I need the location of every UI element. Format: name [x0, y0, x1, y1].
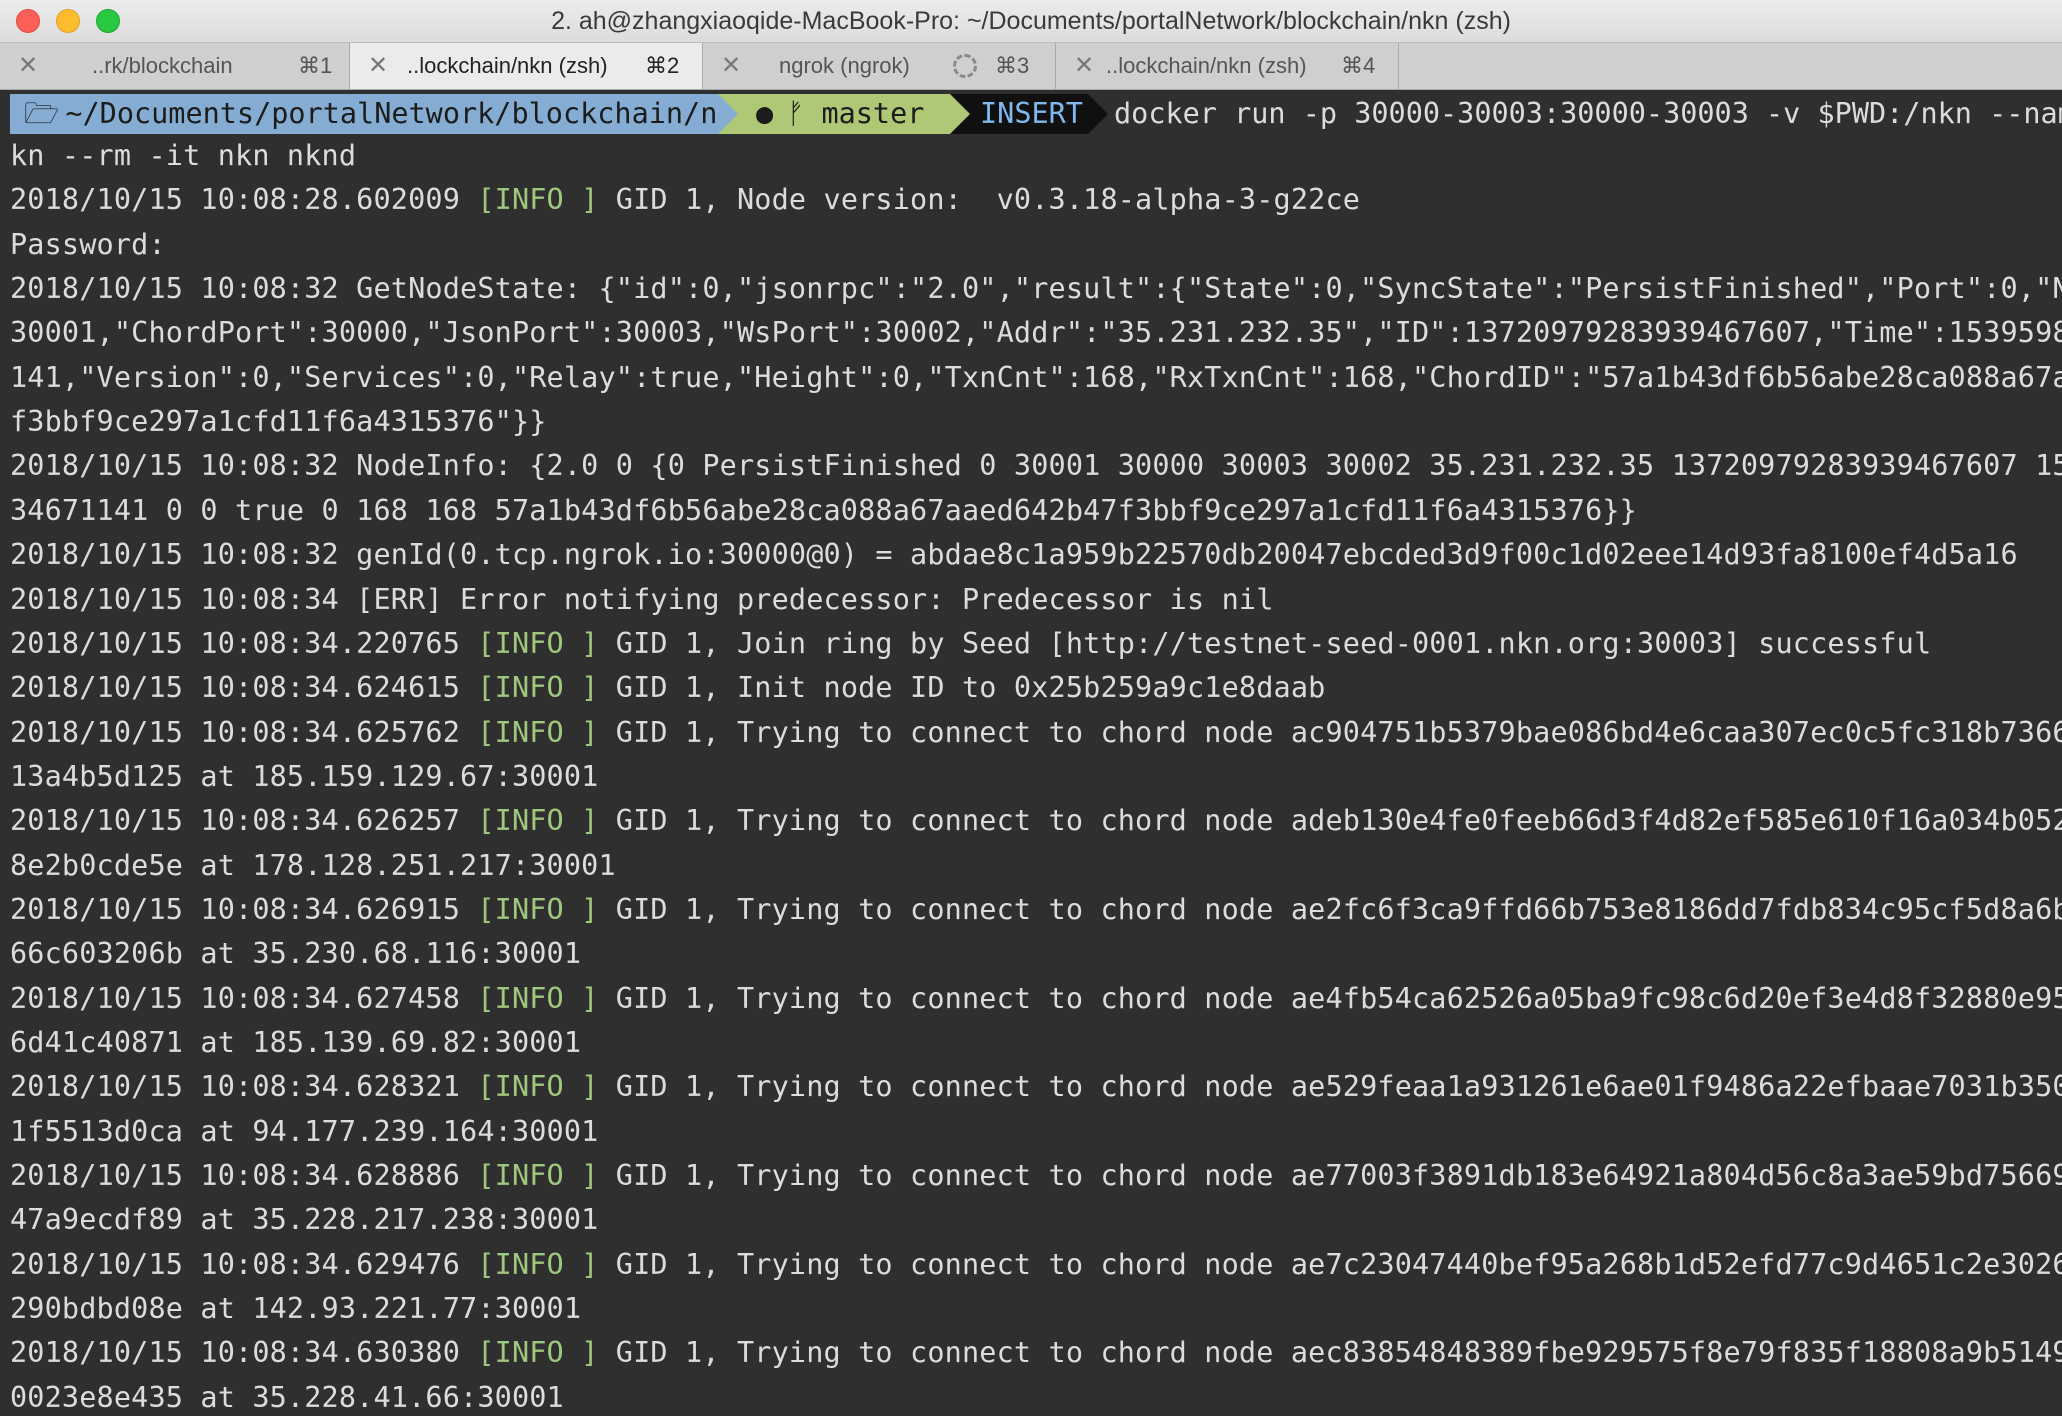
log-message: GID 1, Trying to connect to chord node a… [615, 1247, 2062, 1281]
output-line: 2018/10/15 10:08:34.627458 [INFO ] GID 1… [10, 977, 2062, 1021]
tab-label: ..lockchain/nkn (zsh) [407, 53, 608, 78]
log-message: GID 1, Node version: v0.3.18-alpha-3-g22… [598, 183, 1361, 217]
output-line: 2018/10/15 10:08:28.602009 [INFO ] GID 1… [10, 178, 1360, 222]
log-timestamp: 2018/10/15 10:08:34.220765 [10, 626, 478, 660]
tab-bar: ✕ ..rk/blockchain ⌘1 ✕ ..lockchain/nkn (… [0, 43, 2062, 90]
title-bar: 2. ah@zhangxiaoqide-MacBook-Pro: ~/Docum… [0, 0, 2062, 43]
output-line: 2018/10/15 10:08:32 genId(0.tcp.ngrok.io… [10, 538, 2018, 572]
log-level-tag: [INFO ] [477, 715, 599, 749]
log-message: GID 1, Trying to connect to chord node a… [615, 981, 2062, 1015]
output-line: 2018/10/15 10:08:32 GetNodeState: {"id":… [10, 272, 2062, 306]
prompt-separator-arrow [950, 94, 970, 134]
output-line: 141,"Version":0,"Services":0,"Relay":tru… [10, 360, 2062, 394]
log-timestamp: 2018/10/15 10:08:34.628321 [10, 1070, 478, 1104]
tab-shortcut: ⌘1 [298, 53, 333, 78]
log-message: GID 1, Trying to connect to chord node a… [615, 1159, 2062, 1193]
log-message: GID 1, Trying to connect to chord node a… [615, 1070, 2062, 1104]
log-timestamp: 2018/10/15 10:08:34.630380 [10, 1336, 478, 1370]
output-line: 2018/10/15 10:08:34.220765 [INFO ] GID 1… [10, 622, 1931, 666]
output-line: 2018/10/15 10:08:34.626257 [INFO ] GID 1… [10, 799, 2062, 843]
github-icon: ● [756, 97, 774, 130]
log-timestamp: 2018/10/15 10:08:34.626915 [10, 892, 478, 926]
log-timestamp: 2018/10/15 10:08:34.629476 [10, 1247, 478, 1281]
output-line: 2018/10/15 10:08:32 NodeInfo: {2.0 0 {0 … [10, 449, 2062, 483]
output-line: 2018/10/15 10:08:34.629476 [INFO ] GID 1… [10, 1243, 2062, 1287]
output-line: 2018/10/15 10:08:34.630380 [INFO ] GID 1… [10, 1331, 2062, 1375]
log-timestamp: 2018/10/15 10:08:34.625762 [10, 715, 478, 749]
vi-mode: INSERT [980, 97, 1083, 130]
tab-label: ngrok (ngrok) [779, 53, 910, 78]
output-line: 30001,"ChordPort":30000,"JsonPort":30003… [10, 316, 2062, 350]
output-line: 2018/10/15 10:08:34.628886 [INFO ] GID 1… [10, 1154, 2062, 1198]
log-level-tag: [INFO ] [477, 981, 599, 1015]
tab-shortcut: ⌘3 [995, 53, 1030, 78]
log-level-tag: [INFO ] [477, 804, 599, 838]
log-message: GID 1, Trying to connect to chord node a… [615, 892, 2062, 926]
output-line: 8e2b0cde5e at 178.128.251.217:30001 [10, 848, 616, 882]
output-line: f3bbf9ce297a1cfd11f6a4315376"}} [10, 405, 547, 439]
prompt-separator-arrow [1088, 94, 1108, 134]
tab-4[interactable]: ✕ ..lockchain/nkn (zsh) ⌘4 [1056, 43, 1399, 89]
log-timestamp: 2018/10/15 10:08:28.602009 [10, 183, 478, 217]
tab-3[interactable]: ✕ ngrok (ngrok) ⌘3 [703, 43, 1056, 89]
log-level-tag: [INFO ] [477, 1159, 599, 1193]
output-line: 34671141 0 0 true 0 168 168 57a1b43df6b5… [10, 493, 1637, 527]
log-level-tag: [INFO ] [477, 671, 599, 705]
prompt-mode-segment: INSERT [970, 94, 1088, 134]
output-line: 2018/10/15 10:08:34.626915 [INFO ] GID 1… [10, 888, 2062, 932]
tab-1[interactable]: ✕ ..rk/blockchain ⌘1 [0, 43, 350, 89]
git-branch: master [821, 97, 925, 130]
tab-label: ..lockchain/nkn (zsh) [1106, 53, 1307, 78]
output-line: kn --rm -it nkn nknd [10, 139, 357, 172]
log-level-tag: [INFO ] [477, 183, 599, 217]
folder-open-icon: 🗁 [24, 97, 60, 130]
log-timestamp: 2018/10/15 10:08:34.628886 [10, 1159, 478, 1193]
output-line: 290bdbd08e at 142.93.221.77:30001 [10, 1292, 582, 1326]
log-level-tag: [INFO ] [477, 626, 599, 660]
log-message: GID 1, Trying to connect to chord node a… [615, 1336, 2062, 1370]
log-timestamp: 2018/10/15 10:08:34.626257 [10, 804, 478, 838]
output-line: 2018/10/15 10:08:34.628321 [INFO ] GID 1… [10, 1065, 2062, 1109]
log-message: GID 1, Join ring by Seed [http://testnet… [598, 626, 1932, 660]
terminal-content[interactable]: 🗁 ~/Documents/portalNetwork/blockchain/nk… [0, 90, 2062, 1416]
tab-shortcut: ⌘4 [1341, 53, 1376, 78]
tab-close-icon[interactable]: ✕ [721, 51, 741, 80]
output-line: 1f5513d0ca at 94.177.239.164:30001 [10, 1114, 599, 1148]
output-line: 13a4b5d125 at 185.159.129.67:30001 [10, 759, 599, 793]
output-line: 6d41c40871 at 185.139.69.82:30001 [10, 1026, 582, 1059]
window-title: 2. ah@zhangxiaoqide-MacBook-Pro: ~/Docum… [551, 7, 1511, 35]
prompt-separator-arrow [718, 94, 738, 134]
log-level-tag: [INFO ] [477, 1070, 599, 1104]
log-message: GID 1, Trying to connect to chord node a… [615, 715, 2062, 749]
git-branch-icon: ᚠ [787, 97, 822, 130]
log-level-tag: [INFO ] [477, 892, 599, 926]
tab-close-icon[interactable]: ✕ [1074, 51, 1094, 80]
output-line: 2018/10/15 10:08:34.625762 [INFO ] GID 1… [10, 711, 2062, 755]
log-timestamp: 2018/10/15 10:08:34.627458 [10, 981, 478, 1015]
log-message: GID 1, Init node ID to 0x25b259a9c1e8daa… [598, 671, 1326, 705]
log-timestamp: 2018/10/15 10:08:34.624615 [10, 671, 478, 705]
tab-2[interactable]: ✕ ..lockchain/nkn (zsh) ⌘2 [350, 43, 703, 89]
tab-close-icon[interactable]: ✕ [368, 51, 388, 80]
loading-spinner-icon [953, 54, 977, 78]
log-level-tag: [INFO ] [477, 1336, 599, 1370]
terminal-window: 2. ah@zhangxiaoqide-MacBook-Pro: ~/Docum… [0, 0, 2062, 1416]
prompt-git-segment: ● ᚠ master [738, 94, 950, 134]
output-line: 2018/10/15 10:08:34 [ERR] Error notifyin… [10, 582, 1274, 616]
prompt-path-segment: 🗁 ~/Documents/portalNetwork/blockchain/nk… [10, 94, 752, 134]
output-line: Password: [10, 227, 166, 261]
log-level-tag: [INFO ] [477, 1247, 599, 1281]
log-message: GID 1, Trying to connect to chord node a… [615, 804, 2062, 838]
tab-label: ..rk/blockchain [92, 53, 233, 78]
output-line: 0023e8e435 at 35.228.41.66:30001 [10, 1380, 564, 1414]
output-line: 47a9ecdf89 at 35.228.217.238:30001 [10, 1203, 599, 1237]
output-line: 2018/10/15 10:08:34.624615 [INFO ] GID 1… [10, 666, 1325, 710]
prompt-path: ~/Documents/portalNetwork/blockchain/nkn [65, 97, 752, 130]
tab-shortcut: ⌘2 [645, 53, 680, 78]
tab-close-icon[interactable]: ✕ [18, 51, 38, 80]
command-line[interactable]: docker run -p 30000-30003:30000-30003 -v… [1114, 94, 2062, 134]
output-line: 66c603206b at 35.230.68.116:30001 [10, 937, 582, 971]
